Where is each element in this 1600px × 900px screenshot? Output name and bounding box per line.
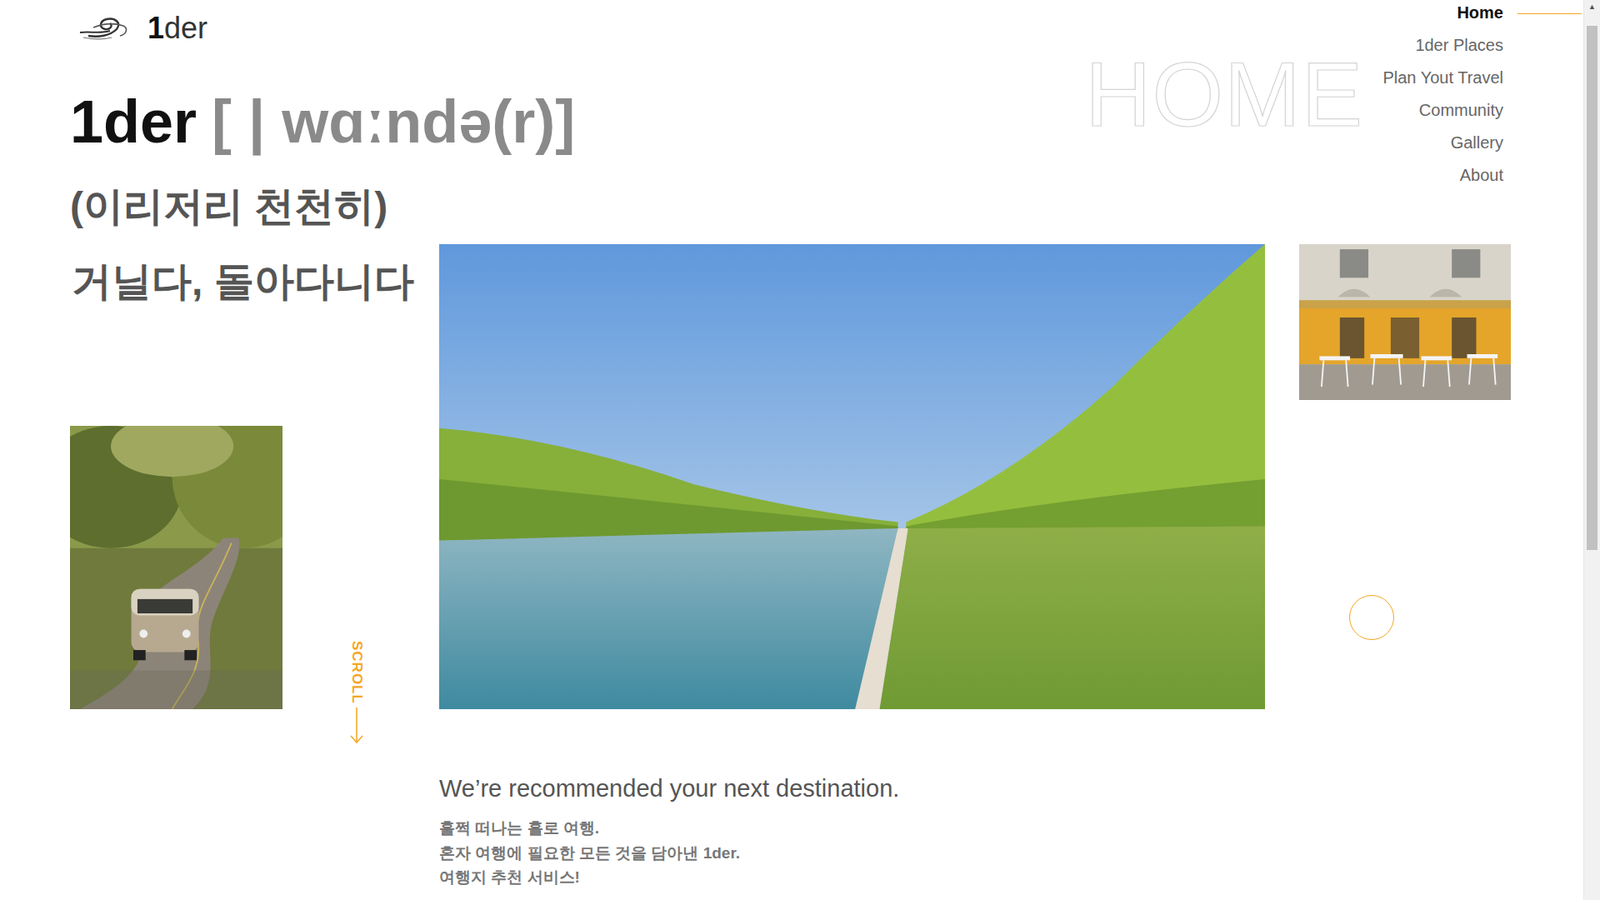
hero-word: 1der: [70, 88, 197, 155]
page: 1der1der[ | wɑːndə(r)](이리저리 천천히)Home1der…: [0, 0, 1584, 900]
nav-item[interactable]: 1der Places: [1415, 29, 1504, 62]
logo[interactable]: 1der: [76, 0, 575, 44]
logo-text-light: der: [164, 10, 208, 45]
logo-text: 1der: [147, 13, 208, 44]
hero-meaning: (이리저리 천천히): [70, 181, 575, 232]
circle-decoration: [1349, 595, 1395, 640]
intro-line: 훌쩍 떠나는 홀로 여행.: [439, 815, 1265, 841]
nav-item[interactable]: Plan Yout Travel: [1382, 61, 1504, 95]
scrollbar[interactable]: ▲: [1583, 0, 1600, 900]
van-row: SCROLL: [70, 425, 440, 746]
right-column: [1299, 244, 1511, 890]
logo-text-bold: 1: [147, 10, 165, 45]
scrollbar-track[interactable]: [1584, 14, 1600, 900]
scroll-hint[interactable]: SCROLL: [348, 640, 365, 746]
cafe-photo: [1299, 244, 1511, 400]
intro-line: 여행지 추천 서비스!: [439, 865, 1265, 890]
nav-item[interactable]: Home: [1456, 0, 1504, 30]
intro-text: 훌쩍 떠나는 홀로 여행.혼자 여행에 필요한 모든 것을 담아낸 1der.여…: [439, 815, 1265, 890]
nav-item[interactable]: About: [1460, 159, 1504, 192]
intro-heading: We’re recommended your next destination.: [439, 773, 1265, 804]
down-arrow-icon: [350, 704, 364, 746]
scroll-up-button[interactable]: ▲: [1584, 0, 1600, 15]
page-watermark: HOME: [1085, 48, 1364, 140]
scrollbar-thumb[interactable]: [1586, 25, 1598, 550]
nav-item[interactable]: Community: [1419, 94, 1504, 127]
hero-meaning: 거닐다, 돌아다니다: [70, 256, 440, 307]
canal-photo: [439, 244, 1265, 710]
swirl-logo-icon: [76, 15, 131, 41]
scroll-label: SCROLL: [348, 640, 365, 705]
van-photo: [70, 425, 283, 710]
active-indicator: [1517, 13, 1582, 15]
hero-title: 1der[ | wɑːndə(r)]: [70, 90, 575, 154]
hero-pronunciation: [ | wɑːndə(r)]: [211, 88, 575, 155]
left-column: 거닐다, 돌아다니다 SCROLL: [70, 244, 440, 890]
intro-line: 혼자 여행에 필요한 모든 것을 담아낸 1der.: [439, 840, 1265, 866]
center-column: We’re recommended your next destination.…: [439, 244, 1265, 890]
main-nav: Home1der PlacesPlan Yout TravelCommunity…: [1382, 0, 1584, 232]
content: 거닐다, 돌아다니다 SCROLL We’re recommended your n…: [0, 244, 1584, 890]
nav-item[interactable]: Gallery: [1450, 126, 1504, 160]
hero-heading: 1der1der[ | wɑːndə(r)](이리저리 천천히): [70, 0, 575, 232]
